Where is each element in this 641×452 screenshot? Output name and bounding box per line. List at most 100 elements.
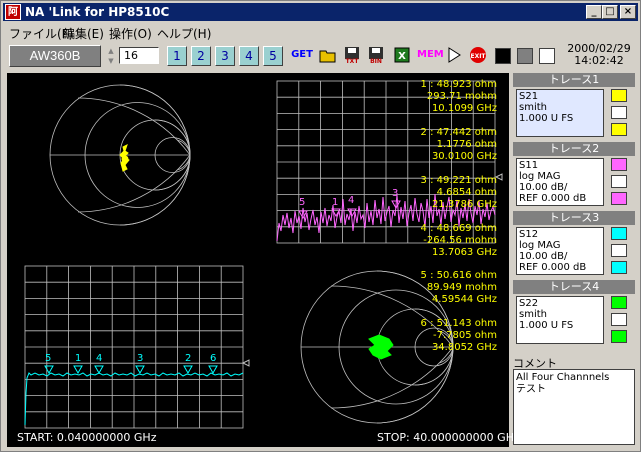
count-spinner[interactable]: ▲ ▼ bbox=[105, 46, 117, 66]
marker-readout-4: 4 : 48.669 ohm -264.56 mohm 13.7063 GHz bbox=[387, 223, 497, 259]
maximize-button[interactable]: □ bbox=[602, 5, 618, 19]
trace-1-bg-swatch[interactable] bbox=[611, 106, 627, 119]
trace-4-param: S22 bbox=[519, 298, 539, 309]
trace-3-color-swatch[interactable] bbox=[611, 227, 627, 240]
comment-textarea[interactable]: All Four Channnels テスト bbox=[513, 369, 635, 445]
open-folder-icon[interactable] bbox=[317, 46, 339, 66]
color-swatch-gray[interactable] bbox=[517, 48, 533, 64]
marker-readout-1: 1 : 48.923 ohm 293.71 mohm 10.1099 GHz bbox=[387, 79, 497, 115]
trace-1-info[interactable]: S21 smith 1.000 U FS bbox=[516, 89, 604, 137]
trace-4-color-swatch[interactable] bbox=[611, 296, 627, 309]
exit-icon[interactable]: EXIT bbox=[467, 46, 489, 66]
title-bar[interactable]: 阿 NA 'Link for HP8510C _ □ × bbox=[3, 3, 638, 21]
color-swatch-white[interactable] bbox=[539, 48, 555, 64]
spin-up-icon[interactable]: ▲ bbox=[105, 46, 117, 56]
svg-text:TXT: TXT bbox=[346, 58, 360, 64]
excel-icon[interactable]: X bbox=[391, 46, 413, 66]
play-icon[interactable] bbox=[443, 46, 465, 66]
trace-4-marker-swatch[interactable] bbox=[611, 330, 627, 343]
menu-help[interactable]: ヘルプ(H) bbox=[157, 25, 211, 42]
trace-1-scale: 1.000 U FS bbox=[519, 113, 574, 124]
minimize-button[interactable]: _ bbox=[586, 5, 602, 19]
trace-2-ref: REF 0.000 dB bbox=[519, 193, 587, 204]
lower-marker-label: 1 bbox=[75, 353, 82, 364]
marker-1-imag: 293.71 mohm bbox=[426, 91, 497, 102]
close-button[interactable]: × bbox=[620, 5, 636, 19]
trace-1-marker-swatch[interactable] bbox=[611, 123, 627, 136]
trace-panel-1[interactable]: トレース1 S21 smith 1.000 U FS bbox=[513, 73, 635, 141]
marker-readout-6: 6 : 51.143 ohm -7.7805 ohm 34.8052 GHz bbox=[387, 318, 497, 354]
channel-4-button[interactable]: 4 bbox=[239, 46, 259, 66]
logmag-grid-trace3 bbox=[24, 265, 244, 429]
mag-marker-label: 3 bbox=[392, 188, 399, 199]
channel-2-button[interactable]: 2 bbox=[191, 46, 211, 66]
trace-2-marker-swatch[interactable] bbox=[611, 192, 627, 205]
lower-marker-label: 6 bbox=[210, 353, 217, 364]
trace-1-header[interactable]: トレース1 bbox=[513, 73, 635, 87]
trace-1-format: smith bbox=[519, 102, 547, 113]
marker-readout-5: 5 : 50.616 ohm 89.949 mohm 4.59544 GHz bbox=[387, 270, 497, 306]
trace-3-format: log MAG bbox=[519, 240, 561, 251]
mag-marker-label: 5 bbox=[299, 197, 306, 208]
lower-marker-label: 5 bbox=[45, 353, 52, 364]
app-window: 阿 NA 'Link for HP8510C _ □ × ファイル(F) 編集(… bbox=[0, 0, 641, 452]
marker-3-imag: 4.6854 ohm bbox=[436, 187, 497, 198]
mag-marker-label: 1 bbox=[332, 197, 339, 208]
menu-operate[interactable]: 操作(O) bbox=[109, 25, 152, 42]
app-icon[interactable]: 阿 bbox=[5, 4, 21, 20]
trace-2-color-swatch[interactable] bbox=[611, 158, 627, 171]
ref-arrow-trace3-icon bbox=[241, 359, 250, 367]
sweep-start: START: 0.040000000 GHz bbox=[17, 431, 157, 444]
mem-button[interactable]: MEM bbox=[417, 46, 444, 66]
trace-3-scale: 10.00 dB/ bbox=[519, 251, 568, 262]
trace-2-bg-swatch[interactable] bbox=[611, 175, 627, 188]
trace-3-bg-swatch[interactable] bbox=[611, 244, 627, 257]
channel-5-button[interactable]: 5 bbox=[263, 46, 283, 66]
model-button[interactable]: AW360B bbox=[9, 45, 101, 67]
lower-marker-label: 4 bbox=[96, 353, 103, 364]
trace-3-marker-swatch[interactable] bbox=[611, 261, 627, 274]
trace-2-info[interactable]: S11 log MAG 10.00 dB/ REF 0.000 dB bbox=[516, 158, 604, 206]
trace-3-info[interactable]: S12 log MAG 10.00 dB/ REF 0.000 dB bbox=[516, 227, 604, 275]
svg-text:BIN: BIN bbox=[370, 58, 382, 64]
trace-4-header[interactable]: トレース4 bbox=[513, 280, 635, 294]
trace-4-info[interactable]: S22 smith 1.000 U FS bbox=[516, 296, 604, 344]
trace-2-header[interactable]: トレース2 bbox=[513, 142, 635, 156]
trace-panel-4[interactable]: トレース4 S22 smith 1.000 U FS bbox=[513, 280, 635, 348]
trace-3-ref: REF 0.000 dB bbox=[519, 262, 587, 273]
channel-1-button[interactable]: 1 bbox=[167, 46, 187, 66]
get-button[interactable]: GET bbox=[291, 46, 313, 66]
color-swatch-black[interactable] bbox=[495, 48, 511, 64]
marker-4-real: 4 : 48.669 ohm bbox=[420, 223, 497, 234]
comment-line: All Four Channnels bbox=[516, 372, 610, 383]
save-bin-icon[interactable]: BIN bbox=[365, 46, 387, 66]
marker-6-real: 6 : 51.143 ohm bbox=[420, 318, 497, 329]
plot-area[interactable]: 1 : 48.923 ohm 293.71 mohm 10.1099 GHz 2… bbox=[7, 73, 520, 447]
mag-marker-label: 4 bbox=[348, 195, 355, 206]
marker-4-freq: 13.7063 GHz bbox=[431, 247, 497, 258]
marker-readouts-lower: 5 : 50.616 ohm 89.949 mohm 4.59544 GHz 6… bbox=[387, 270, 497, 354]
trace-sidebar: トレース1 S21 smith 1.000 U FS トレース2 S11 log… bbox=[511, 73, 639, 447]
save-txt-icon[interactable]: TXT bbox=[341, 46, 363, 66]
menu-edit[interactable]: 編集(E) bbox=[63, 25, 104, 42]
trace-panel-3[interactable]: トレース3 S12 log MAG 10.00 dB/ REF 0.000 dB bbox=[513, 211, 635, 279]
trace-1-color-swatch[interactable] bbox=[611, 89, 627, 102]
trace-3-header[interactable]: トレース3 bbox=[513, 211, 635, 225]
marker-5-imag: 89.949 mohm bbox=[426, 282, 497, 293]
trace-3-param: S12 bbox=[519, 229, 539, 240]
count-input[interactable]: 16 bbox=[119, 47, 159, 64]
trace-4-bg-swatch[interactable] bbox=[611, 313, 627, 326]
comment-line: テスト bbox=[516, 384, 546, 395]
marker-readouts-upper: 1 : 48.923 ohm 293.71 mohm 10.1099 GHz 2… bbox=[387, 79, 497, 259]
marker-readout-3: 3 : 49.221 ohm 4.6854 ohm 21.3786 GHz bbox=[387, 175, 497, 211]
menu-bar: ファイル(F) 編集(E) 操作(O) ヘルプ(H) bbox=[3, 23, 638, 41]
trace-1-param: S21 bbox=[519, 91, 539, 102]
marker-6-imag: -7.7805 ohm bbox=[433, 330, 497, 341]
lower-marker-label: 2 bbox=[185, 353, 192, 364]
marker-readout-2: 2 : 47.442 ohm 1.1776 ohm 30.0100 GHz bbox=[387, 127, 497, 163]
channel-3-button[interactable]: 3 bbox=[215, 46, 235, 66]
spin-down-icon[interactable]: ▼ bbox=[105, 56, 117, 66]
svg-text:X: X bbox=[398, 51, 406, 62]
marker-2-real: 2 : 47.442 ohm bbox=[420, 127, 497, 138]
trace-panel-2[interactable]: トレース2 S11 log MAG 10.00 dB/ REF 0.000 dB bbox=[513, 142, 635, 210]
